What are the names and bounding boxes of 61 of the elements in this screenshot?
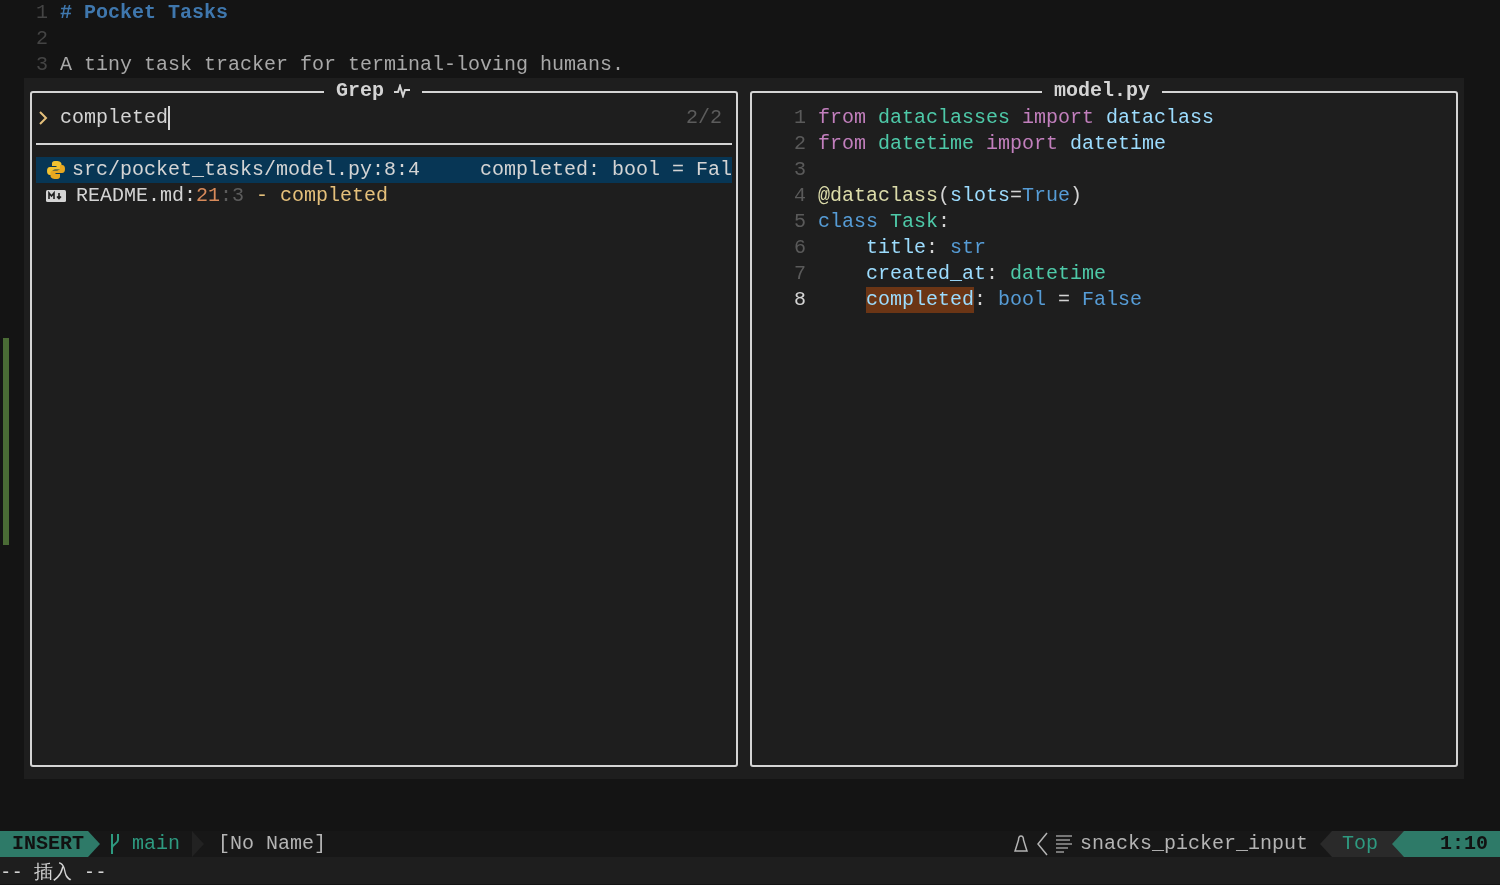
- line-number: 5: [793, 209, 807, 235]
- code-token: from: [818, 131, 867, 157]
- code-token: datetime: [1010, 261, 1107, 287]
- chevron-left-icon: [1035, 832, 1048, 856]
- markdown-icon: [46, 189, 66, 203]
- code-token: True: [1022, 183, 1071, 209]
- line-number: 6: [793, 235, 807, 261]
- panel-title: Grep: [336, 78, 384, 104]
- code-token: str: [950, 235, 987, 261]
- search-field[interactable]: completed: [60, 105, 686, 131]
- panel-title: model.py: [1054, 79, 1150, 102]
- code-token: =: [1010, 183, 1023, 209]
- match-count: 2/2: [686, 105, 722, 131]
- code-token: (: [938, 183, 951, 209]
- code-token: datetime: [878, 131, 976, 157]
- code-token: # Pocket Tasks: [60, 0, 229, 26]
- line-number: 4: [793, 183, 807, 209]
- code-token: =: [1057, 287, 1072, 313]
- code-token: Task: [890, 209, 939, 235]
- code-token: :: [986, 261, 1000, 287]
- code-token: dataclasses: [878, 105, 1012, 131]
- pulse-icon: [394, 84, 410, 98]
- line-number: 3: [793, 157, 807, 183]
- line-number: 8: [793, 287, 807, 313]
- line-number: 1: [793, 105, 807, 131]
- filetype: snacks_picker_input: [1079, 831, 1308, 857]
- code-token: import: [986, 131, 1060, 157]
- line-number: 2: [793, 131, 807, 157]
- code-token: :: [974, 287, 988, 313]
- prompt-icon: [38, 111, 48, 125]
- code-token: False: [1082, 287, 1143, 313]
- command-line: -- 插入 --: [0, 858, 107, 884]
- result-item[interactable]: README.md:21:3 - completed: [36, 183, 732, 209]
- code-token: src/pocket_tasks/model.py:8:4: [72, 157, 421, 183]
- code-token: - completed: [256, 183, 389, 209]
- code-token: import: [1022, 105, 1096, 131]
- code-token: @dataclass: [818, 183, 939, 209]
- branch-icon: [108, 834, 122, 854]
- code-token: completed: bool = Fal: [480, 157, 732, 183]
- code-token: title: [866, 235, 927, 261]
- file-name: [No Name]: [218, 831, 327, 857]
- code-token: README.md:: [76, 183, 197, 209]
- code-token: A tiny task tracker for terminal-loving humans.: [60, 52, 625, 78]
- code-token: from: [818, 105, 867, 131]
- code-token: 21: [196, 183, 221, 209]
- lines-icon: [1055, 834, 1072, 854]
- code-token: dataclass: [1106, 105, 1215, 131]
- code-token: completed: [866, 287, 975, 313]
- code-token: datetime: [1070, 131, 1167, 157]
- code-token: :: [938, 209, 951, 235]
- code-token: ): [1070, 183, 1083, 209]
- code-token: :3: [220, 183, 245, 209]
- code-token: bool: [998, 287, 1047, 313]
- code-token: created_at: [866, 261, 987, 287]
- line-number: 7: [793, 261, 807, 287]
- code-token: slots: [950, 183, 1011, 209]
- code-token: :: [926, 235, 940, 261]
- python-icon: [46, 160, 66, 180]
- code-token: class: [818, 209, 879, 235]
- branch-name: main: [132, 831, 181, 857]
- result-item[interactable]: src/pocket_tasks/model.py:8:4 completed: bool = Fal: [36, 157, 732, 183]
